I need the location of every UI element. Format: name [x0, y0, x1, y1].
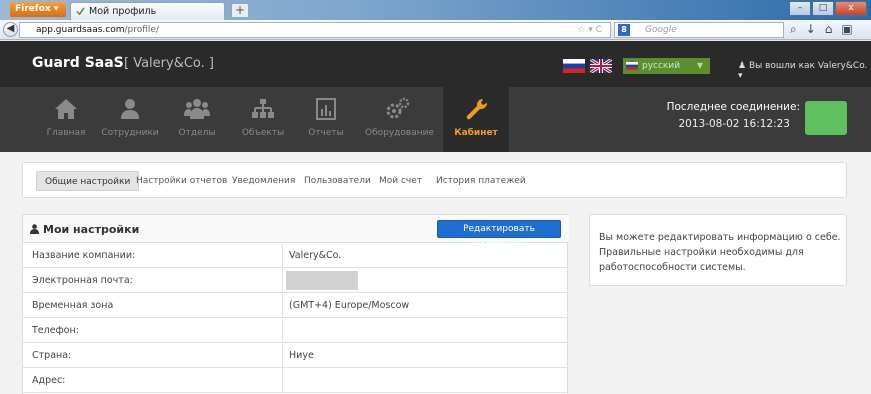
settings-subtabs: Общие настройки Настройки отчетов Уведом…	[22, 162, 847, 198]
browser-titlebar: Firefox ▾ Мой профиль + – □ x	[0, 0, 871, 20]
brand-logo[interactable]: Guard SaaS	[32, 55, 124, 71]
last-connection-time: 2013-08-02 16:12:23	[678, 118, 790, 130]
company-name: [ Valery&Co. ]	[124, 56, 214, 71]
row-label: Телефон:	[32, 325, 79, 336]
url-host: app.guardsaas.com	[36, 25, 125, 35]
module-objects[interactable]: Объекты	[230, 87, 296, 152]
tab-title: Мой профиль	[89, 6, 157, 17]
edit-settings-button[interactable]: Редактировать настройки	[437, 220, 561, 250]
settings-row: Телефон:	[23, 319, 569, 343]
module-label: Отчеты	[308, 128, 344, 138]
subtab-general[interactable]: Общие настройки	[36, 171, 140, 191]
user-menu[interactable]: ♟ Вы вошли как Valery&Co. ▾	[738, 61, 871, 81]
settings-row: Временная зона (GMT+4) Europe/Moscow	[23, 294, 569, 318]
row-value-cell: Ниуе	[282, 344, 569, 368]
url-path: /profile/	[124, 25, 159, 35]
minimize-button[interactable]: –	[789, 1, 811, 16]
row-label: Страна:	[32, 350, 72, 361]
row-value: Valery&Co.	[289, 250, 342, 261]
person-icon	[121, 99, 139, 119]
subtab-notifications[interactable]: Уведомления	[224, 171, 303, 191]
subtab-users[interactable]: Пользователи	[296, 171, 379, 191]
close-window-button[interactable]: x	[835, 1, 867, 16]
row-value: (GMT+4) Europe/Moscow	[289, 300, 410, 311]
last-connection-label: Последнее соединение:	[666, 101, 800, 113]
search-engine-icon[interactable]: 8	[618, 24, 630, 36]
module-equipment[interactable]: Оборудование	[365, 87, 434, 152]
search-placeholder: Google	[645, 25, 677, 35]
connection-status-indicator	[805, 101, 847, 135]
row-value: Ниуе	[289, 350, 314, 361]
wrench-icon	[466, 98, 488, 120]
subtab-my-account[interactable]: Мой счет	[371, 171, 430, 191]
settings-row: Электронная почта:	[23, 269, 569, 293]
module-employees[interactable]: Сотрудники	[97, 87, 163, 152]
module-label: Сотрудники	[101, 128, 159, 138]
module-departments[interactable]: Отделы	[164, 87, 230, 152]
subtab-report-settings[interactable]: Настройки отчетов	[128, 171, 235, 191]
row-value-cell	[282, 369, 569, 393]
row-value-cell	[282, 319, 569, 343]
bookmark-star-icon[interactable]: ☆ ▾ C	[577, 23, 602, 37]
settings-row: Адрес:	[23, 369, 569, 393]
language-select[interactable]: русский ▼	[623, 58, 710, 74]
settings-row: Название компании: Valery&Co.	[23, 244, 569, 268]
subtab-payment-history[interactable]: История платежей	[428, 171, 534, 191]
module-cabinet[interactable]: Кабинет	[443, 87, 509, 152]
row-label: Электронная почта:	[32, 275, 133, 286]
panel-title: Мои настройки	[43, 223, 140, 236]
person-icon	[30, 224, 39, 234]
settings-row: Страна: Ниуе	[23, 344, 569, 368]
browser-navbar: ◀ app.guardsaas.com/profile/ ☆ ▾ C 8 Goo…	[0, 20, 871, 40]
toolbar-icons[interactable]: ⌕↓⌂▣	[790, 22, 862, 37]
window-controls: – □ x	[788, 1, 867, 16]
search-input[interactable]: 8 Google	[614, 22, 784, 38]
module-label: Отделы	[178, 128, 216, 138]
uk-flag-icon[interactable]	[590, 59, 612, 73]
my-settings-panel: Мои настройки Редактировать настройки На…	[22, 214, 569, 394]
redacted-email	[286, 271, 358, 290]
module-label: Оборудование	[365, 128, 434, 138]
page-root: Firefox ▾ Мой профиль + – □ x ◀ app.guar…	[0, 0, 871, 394]
row-label: Временная зона	[32, 300, 114, 311]
module-label: Главная	[46, 128, 86, 138]
firefox-menu-button[interactable]: Firefox ▾	[10, 2, 66, 17]
row-value-cell: (GMT+4) Europe/Moscow	[282, 294, 569, 318]
language-value: русский	[642, 61, 681, 71]
address-bar[interactable]: app.guardsaas.com/profile/ ☆ ▾ C	[19, 22, 611, 38]
module-label: Кабинет	[454, 128, 498, 138]
row-value-cell	[282, 269, 569, 293]
module-label: Объекты	[241, 128, 285, 138]
row-label: Название компании:	[32, 250, 136, 261]
info-box: Вы можете редактировать информацию о себ…	[589, 214, 847, 286]
browser-tab[interactable]: Мой профиль	[70, 2, 225, 20]
caret-down-icon: ▾	[738, 71, 743, 81]
chevron-down-icon: ▼	[696, 61, 703, 70]
check-favicon-icon	[76, 7, 85, 16]
gears-icon	[386, 97, 410, 119]
row-value-cell: Valery&Co.	[282, 244, 569, 268]
panel-header: Мои настройки Редактировать настройки	[23, 215, 569, 250]
sitemap-icon	[252, 99, 274, 118]
russia-mini-flag-icon	[626, 62, 638, 70]
user-icon: ♟	[738, 61, 747, 71]
russia-flag-icon[interactable]	[563, 59, 585, 73]
maximize-button[interactable]: □	[812, 1, 834, 16]
group-icon	[184, 99, 210, 119]
module-home[interactable]: Главная	[33, 87, 99, 152]
chart-icon	[316, 98, 336, 120]
home-icon	[55, 99, 77, 119]
info-text: Вы можете редактировать информацию о себ…	[599, 232, 841, 273]
module-reports[interactable]: Отчеты	[293, 87, 359, 152]
row-label: Адрес:	[32, 375, 66, 386]
user-label: Вы вошли как Valery&Co.	[748, 61, 868, 71]
app-header: Guard SaaS [ Valery&Co. ] русский ▼ ♟ Вы…	[0, 41, 871, 87]
back-button[interactable]: ◀	[3, 22, 18, 37]
new-tab-button[interactable]: +	[231, 3, 249, 18]
